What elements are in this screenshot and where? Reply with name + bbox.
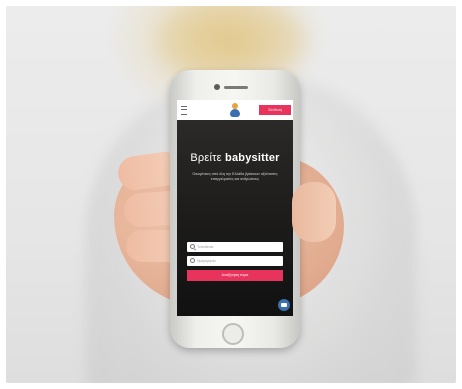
location-input[interactable] [197, 243, 279, 251]
hero-title-prefix: Βρείτε [190, 152, 222, 164]
search-button[interactable]: Αναζήτηση τώρα [187, 270, 283, 281]
date-field[interactable] [187, 256, 283, 266]
search-icon [190, 244, 195, 249]
clock-icon [190, 258, 195, 263]
logo-icon[interactable] [230, 103, 240, 117]
login-button[interactable]: Σύνδεση [259, 105, 291, 115]
photo-frame: Σύνδεση Βρείτε babysitter Οικογένειες απ… [6, 6, 456, 383]
smartphone: Σύνδεση Βρείτε babysitter Οικογένειες απ… [170, 70, 300, 348]
app-header: Σύνδεση [177, 100, 293, 120]
hero-title: Βρείτε babysitter [177, 152, 293, 164]
home-button [222, 323, 244, 345]
thumb [292, 182, 336, 242]
hero-title-brand: babysitter [225, 152, 280, 164]
date-input[interactable] [197, 257, 279, 265]
location-field[interactable] [187, 242, 283, 252]
chat-icon[interactable] [278, 299, 290, 311]
hero-background [177, 120, 293, 316]
hero-subtitle: Οικογένειες από όλη την Ελλάδα βρίσκουν … [192, 172, 278, 181]
menu-icon[interactable] [181, 106, 187, 115]
earpiece-speaker [224, 86, 248, 89]
front-camera [214, 84, 220, 90]
phone-screen: Σύνδεση Βρείτε babysitter Οικογένειες απ… [177, 100, 293, 316]
